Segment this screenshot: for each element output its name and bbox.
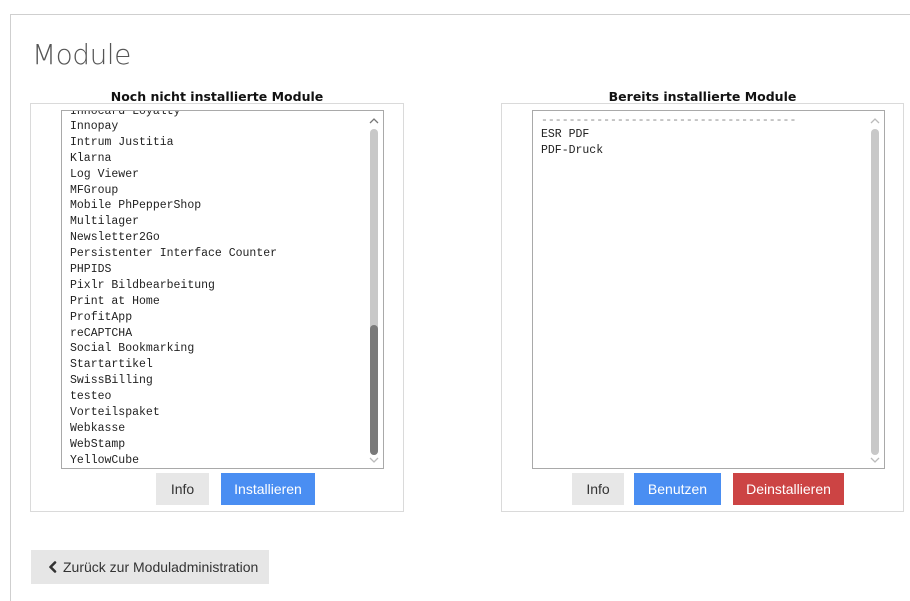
list-item[interactable]: Log Viewer [70, 167, 363, 183]
list-item[interactable]: WebStamp [70, 437, 363, 453]
chevron-left-icon [47, 551, 59, 573]
right-scrollbar[interactable] [866, 111, 884, 468]
list-item[interactable]: PHPIDS [70, 262, 363, 278]
scroll-thumb[interactable] [370, 325, 378, 455]
scroll-up-icon[interactable] [870, 117, 880, 125]
installed-modules-panel: ------------------------------------- ES… [501, 103, 904, 512]
list-item[interactable]: Intrum Justitia [70, 135, 363, 151]
list-item[interactable]: Startartikel [70, 357, 363, 373]
scroll-thumb[interactable] [871, 129, 879, 455]
list-item[interactable]: MFGroup [70, 183, 363, 199]
list-item[interactable]: reCAPTCHA [70, 326, 363, 342]
list-item[interactable]: Multilager [70, 214, 363, 230]
page-title: Module [32, 38, 131, 71]
list-item[interactable]: Webkasse [70, 421, 363, 437]
list-item[interactable]: Social Bookmarking [70, 341, 363, 357]
right-info-button[interactable]: Info [572, 473, 624, 505]
uninstalled-modules-list: Innocard Loyalty Innopay Intrum Justitia K… [70, 111, 363, 468]
list-item[interactable]: Klarna [70, 151, 363, 167]
list-item[interactable]: YellowCube [70, 453, 363, 468]
list-item[interactable]: Innopay [70, 119, 363, 135]
list-item[interactable]: Newsletter2Go [70, 230, 363, 246]
left-panel-title: Noch nicht installierte Module [110, 89, 324, 104]
uninstalled-modules-panel: Innocard Loyalty Innopay Intrum Justitia K… [30, 103, 404, 512]
uninstall-button[interactable]: Deinstallieren [733, 473, 844, 505]
use-button[interactable]: Benutzen [634, 473, 721, 505]
list-item[interactable]: Print at Home [70, 294, 363, 310]
frame-top-border [10, 14, 910, 15]
list-item[interactable]: Persistenter Interface Counter [70, 246, 363, 262]
installed-modules-listbox[interactable]: ------------------------------------- ES… [532, 110, 885, 469]
right-panel-title: Bereits installierte Module [608, 89, 797, 104]
list-separator: ------------------------------------- [541, 114, 797, 127]
scroll-down-icon[interactable] [369, 456, 379, 464]
list-item[interactable]: SwissBilling [70, 373, 363, 389]
back-button-label: Zurück zur Moduladministration [63, 559, 259, 575]
list-item[interactable]: testeo [70, 389, 363, 405]
back-to-module-admin-button[interactable]: Zurück zur Moduladministration [31, 550, 269, 584]
frame-left-border [10, 14, 11, 601]
list-item[interactable]: PDF-Druck [541, 143, 864, 159]
installed-modules-list: ------------------------------------- ES… [541, 115, 864, 159]
scroll-down-icon[interactable] [870, 456, 880, 464]
list-item[interactable]: Vorteilspaket [70, 405, 363, 421]
install-button[interactable]: Installieren [221, 473, 315, 505]
left-scrollbar[interactable] [365, 111, 383, 468]
list-item[interactable]: ESR PDF [541, 127, 864, 143]
list-item[interactable]: Pixlr Bildbearbeitung [70, 278, 363, 294]
list-item-partial[interactable]: Innocard Loyalty [70, 111, 363, 119]
scroll-up-icon[interactable] [369, 117, 379, 125]
list-item[interactable]: ProfitApp [70, 310, 363, 326]
list-item[interactable]: Mobile PhPepperShop [70, 198, 363, 214]
left-info-button[interactable]: Info [156, 473, 209, 505]
uninstalled-modules-listbox[interactable]: Innocard Loyalty Innopay Intrum Justitia K… [61, 110, 384, 469]
